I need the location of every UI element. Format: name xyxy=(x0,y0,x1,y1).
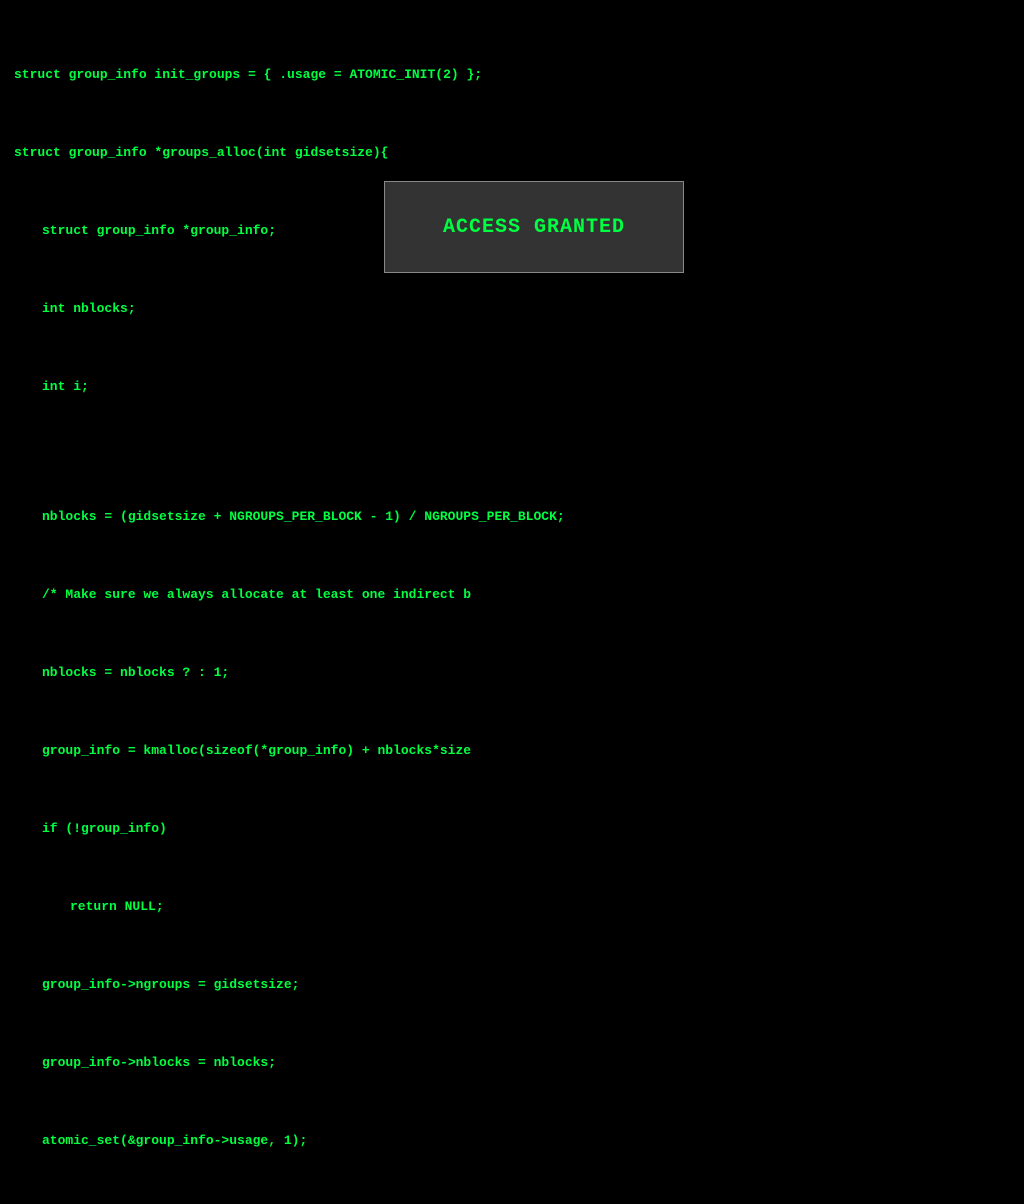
code-line: group_info->ngroups = gidsetsize; xyxy=(14,972,1010,998)
code-line: atomic_set(&group_info->usage, 1); xyxy=(14,1128,1010,1154)
access-granted-modal: ACCESS GRANTED xyxy=(384,181,684,273)
code-line: group_info->nblocks = nblocks; xyxy=(14,1050,1010,1076)
code-line: struct group_info init_groups = { .usage… xyxy=(14,62,1010,88)
code-line: nblocks = nblocks ? : 1; xyxy=(14,660,1010,686)
modal-message: ACCESS GRANTED xyxy=(443,216,625,239)
code-line: if (!group_info) xyxy=(14,816,1010,842)
code-line: /* Make sure we always allocate at least… xyxy=(14,582,1010,608)
code-line: int i; xyxy=(14,374,1010,400)
code-line: nblocks = (gidsetsize + NGROUPS_PER_BLOC… xyxy=(14,504,1010,530)
code-line: int nblocks; xyxy=(14,296,1010,322)
code-line: struct group_info *groups_alloc(int gids… xyxy=(14,140,1010,166)
code-line: return NULL; xyxy=(14,894,1010,920)
code-line: group_info = kmalloc(sizeof(*group_info)… xyxy=(14,738,1010,764)
